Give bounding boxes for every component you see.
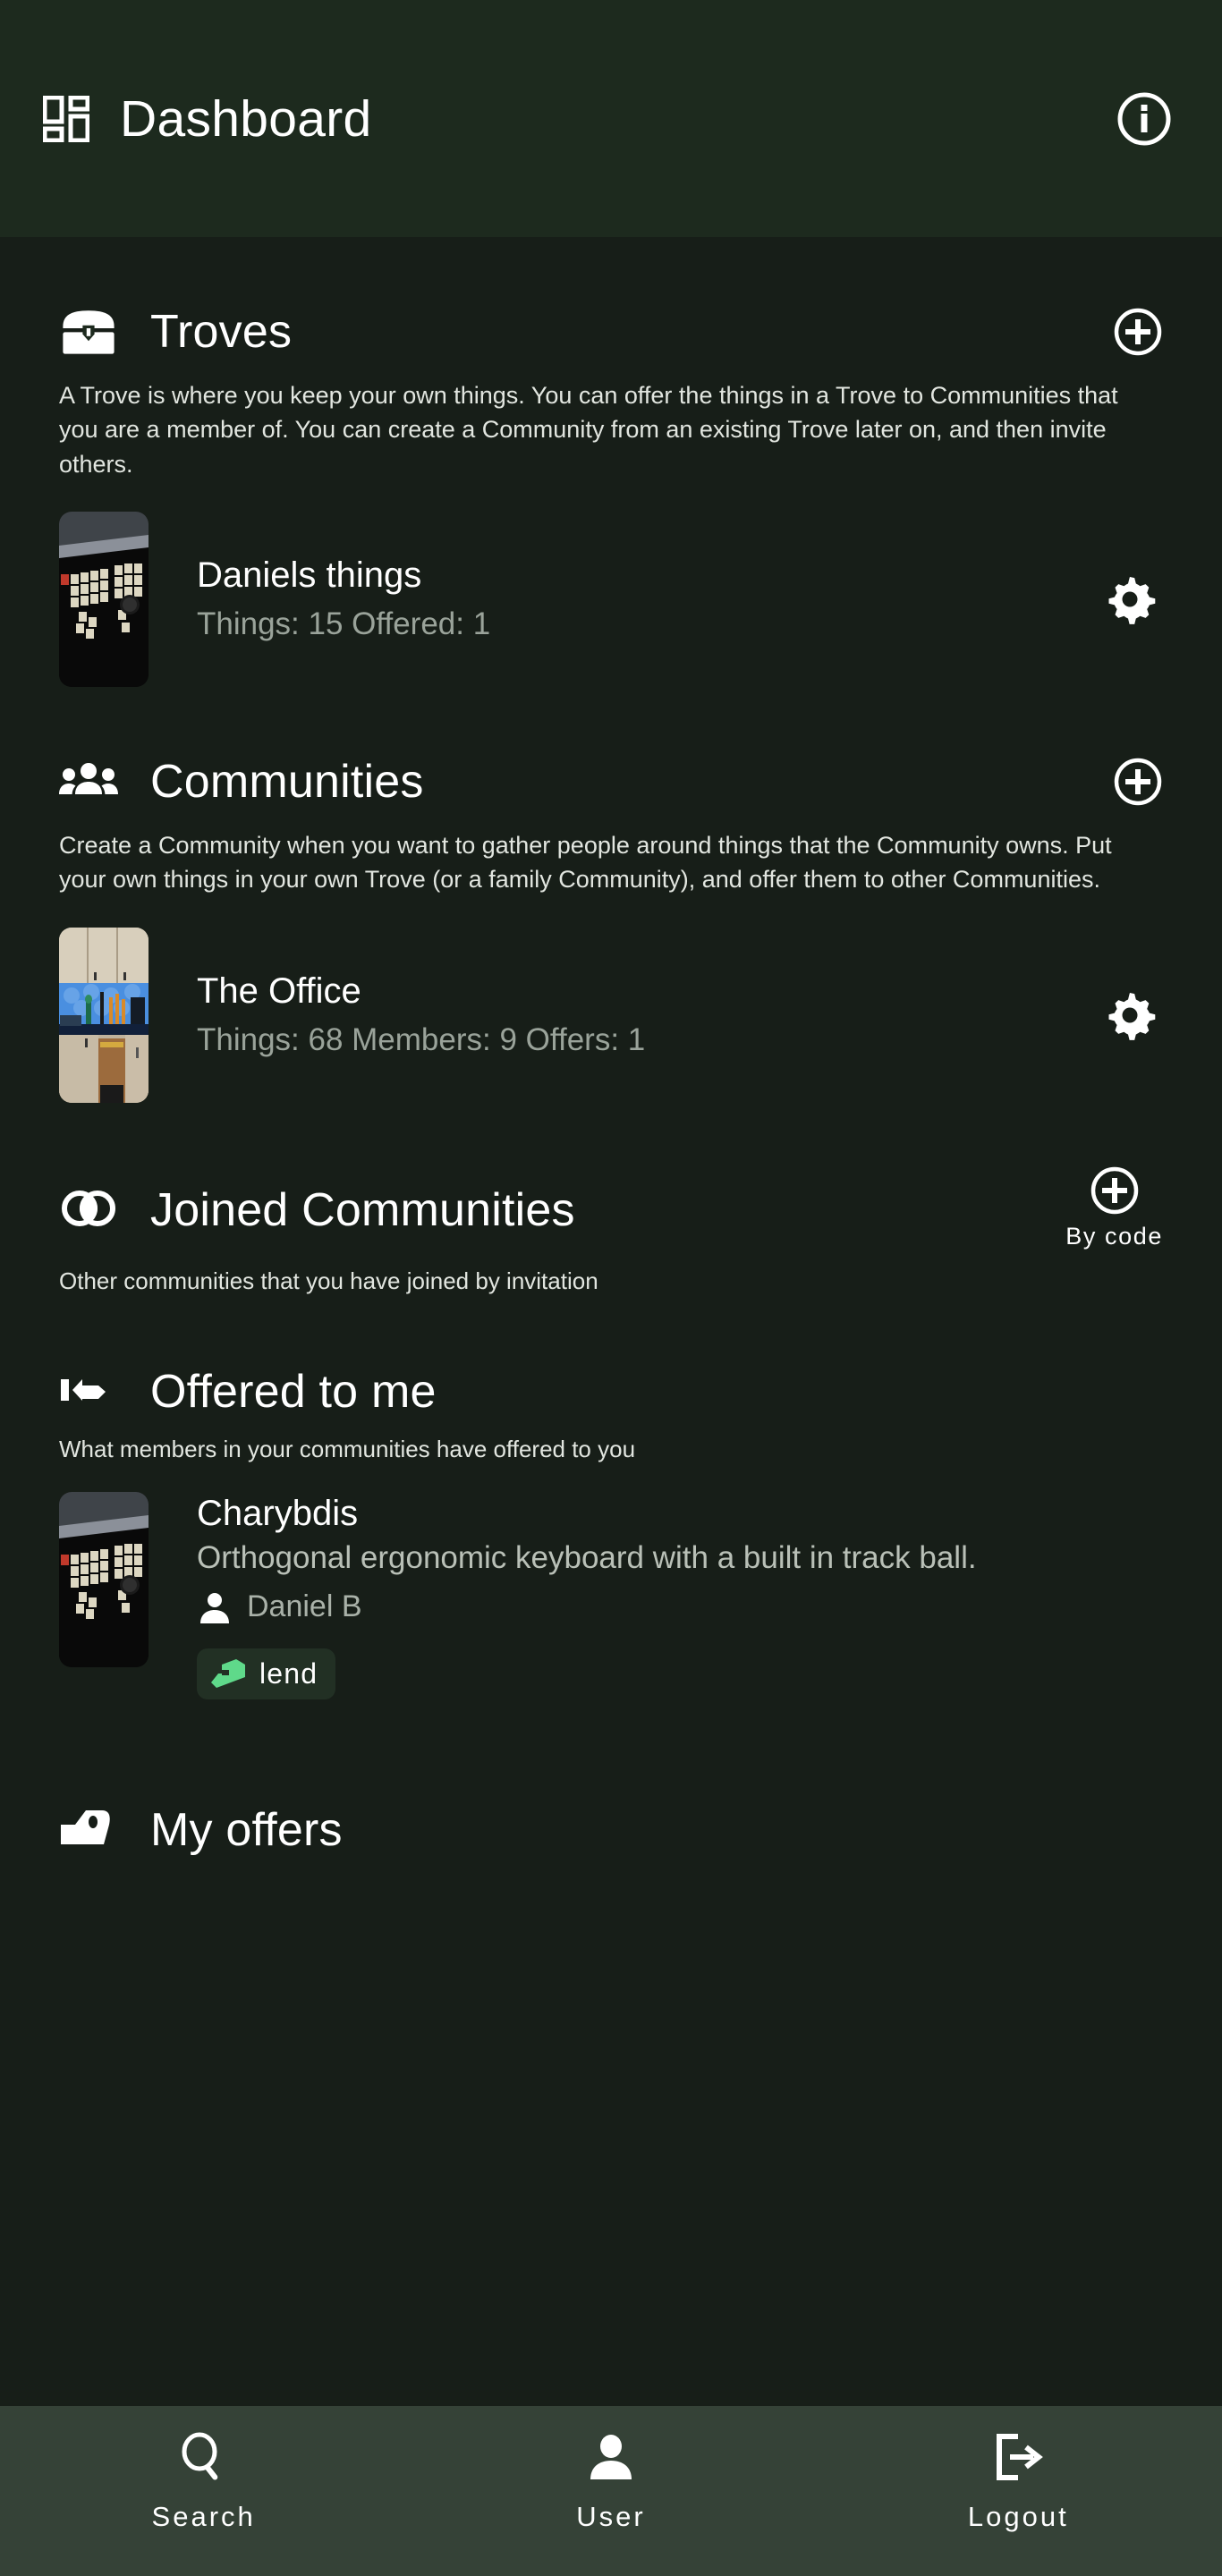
offer-owner: Daniel B — [197, 1589, 1163, 1625]
join-by-code-label: By code — [1065, 1222, 1163, 1250]
app-bar-left: Dashboard — [42, 89, 1116, 148]
trove-thumbnail — [59, 511, 149, 687]
community-name: The Office — [197, 970, 361, 1011]
section-troves: Troves A Trove is where you keep your ow… — [0, 305, 1222, 687]
trove-name: Daniels things — [197, 555, 422, 596]
nav-item-user[interactable]: User — [522, 2431, 700, 2533]
section-header-my-offers: My offers — [59, 1803, 1163, 1857]
bottom-navigation-bar: Search User Logout — [0, 2406, 1222, 2576]
nav-label-user: User — [576, 2501, 646, 2532]
section-title-troves: Troves — [150, 306, 293, 358]
tag-icon — [59, 1807, 118, 1853]
section-description-troves: A Trove is where you keep your own thing… — [59, 382, 1118, 478]
section-title-my-offers: My offers — [150, 1803, 343, 1856]
section-communities: Communities Create a Community when you … — [0, 755, 1222, 1103]
section-header-joined-communities: Joined Communities By code — [59, 1166, 1163, 1250]
section-description-joined-communities: Other communities that you have joined b… — [59, 1267, 598, 1294]
app-bar: Dashboard — [0, 0, 1222, 237]
dashboard-screen: Dashboard Troves A Trove is where you ke… — [0, 0, 1222, 2576]
community-thumbnail — [59, 927, 149, 1103]
section-offered-to-me: Offered to me What members in your commu… — [0, 1365, 1222, 1699]
logout-icon — [992, 2431, 1044, 2483]
treasure-chest-icon — [59, 309, 118, 355]
add-trove-button[interactable] — [1113, 307, 1163, 357]
community-list-item[interactable]: The Office Things: 68 Members: 9 Offers:… — [59, 927, 1163, 1103]
community-settings-gear-icon[interactable] — [1102, 987, 1158, 1043]
trove-list-item[interactable]: Daniels things Things: 15 Offered: 1 — [59, 511, 1163, 687]
section-description-offered-to-me: What members in your communities have of… — [59, 1436, 636, 1463]
offer-type-badge[interactable]: lend — [197, 1648, 336, 1699]
section-title-offered-to-me: Offered to me — [150, 1366, 437, 1419]
people-group-icon — [59, 758, 118, 805]
overlapping-circles-icon — [59, 1187, 118, 1233]
offer-title: Charybdis — [197, 1494, 359, 1534]
info-circle-icon[interactable] — [1116, 91, 1172, 147]
nav-item-search[interactable]: Search — [115, 2431, 293, 2533]
offer-type-label: lend — [259, 1657, 318, 1690]
section-header-communities: Communities — [59, 755, 1163, 809]
offer-description: Orthogonal ergonomic keyboard with a bui… — [197, 1540, 977, 1576]
section-header-offered-to-me: Offered to me — [59, 1365, 1163, 1419]
nav-label-search: Search — [151, 2501, 256, 2532]
page-title: Dashboard — [120, 89, 372, 148]
section-title-joined-communities: Joined Communities — [150, 1184, 575, 1237]
add-community-button[interactable] — [1113, 757, 1163, 807]
search-icon — [178, 2431, 230, 2483]
offer-thumbnail — [59, 1492, 149, 1668]
nav-item-logout[interactable]: Logout — [929, 2431, 1107, 2533]
join-by-code-button[interactable]: By code — [1065, 1165, 1163, 1250]
section-description-communities: Create a Community when you want to gath… — [59, 831, 1112, 894]
content-scroll-area[interactable]: Troves A Trove is where you keep your ow… — [0, 237, 1222, 2406]
pointing-hand-icon — [59, 1368, 118, 1415]
offer-owner-name: Daniel B — [247, 1589, 362, 1624]
trove-stats: Things: 15 Offered: 1 — [197, 606, 491, 642]
nav-label-logout: Logout — [967, 2501, 1069, 2532]
person-icon — [585, 2431, 637, 2483]
person-icon — [197, 1589, 233, 1625]
section-title-communities: Communities — [150, 755, 424, 808]
trove-settings-gear-icon[interactable] — [1102, 572, 1158, 627]
community-stats: Things: 68 Members: 9 Offers: 1 — [197, 1021, 646, 1057]
dashboard-grid-icon — [42, 95, 90, 142]
lend-hand-icon — [209, 1657, 247, 1690]
section-my-offers: My offers — [0, 1803, 1222, 1857]
section-header-troves: Troves — [59, 305, 1163, 359]
plus-circle-icon[interactable] — [1090, 1165, 1140, 1216]
section-joined-communities: Joined Communities By code Other communi… — [0, 1166, 1222, 1297]
offer-list-item[interactable]: Charybdis Orthogonal ergonomic keyboard … — [59, 1492, 1163, 1699]
